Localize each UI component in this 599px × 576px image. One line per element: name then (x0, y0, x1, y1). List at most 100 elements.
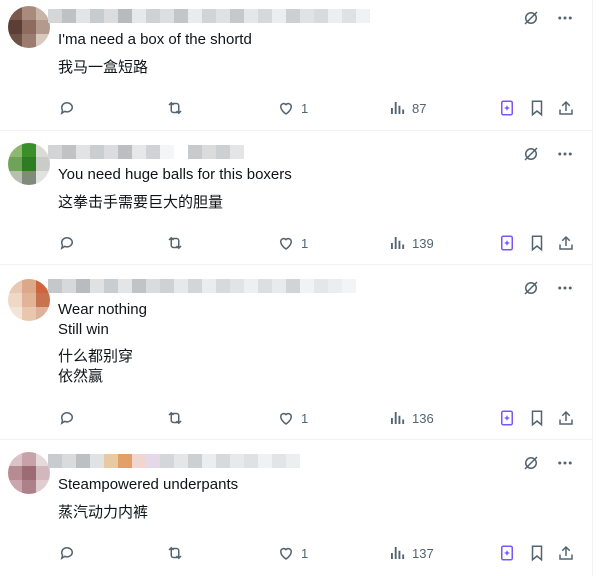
reply-text-line: Wear nothing (58, 301, 147, 318)
reply-item[interactable]: Steampowered underpants 蒸汽动力内裤 1 137 (0, 440, 593, 576)
reply-text: Steampowered underpants (58, 475, 238, 495)
grok-button[interactable] (498, 543, 516, 563)
retweet-icon (168, 546, 182, 560)
views-count: 136 (412, 410, 434, 426)
grok-slash-icon[interactable] (521, 8, 541, 28)
reply-icon (60, 237, 73, 250)
reply-translation: 蒸汽动力内裤 (58, 503, 148, 523)
more-icon[interactable] (555, 278, 575, 298)
translation-line: 什么都别穿 (58, 348, 134, 365)
grok-button[interactable] (498, 408, 516, 428)
grok-slash-icon[interactable] (521, 453, 541, 473)
grok-icon (501, 545, 513, 561)
like-icon (279, 412, 293, 425)
more-icon[interactable] (555, 144, 575, 164)
avatar[interactable] (8, 6, 50, 48)
avatar[interactable] (8, 143, 50, 185)
like-icon (279, 237, 293, 250)
share-button[interactable] (557, 543, 575, 563)
action-bar: 1 139 (58, 233, 578, 253)
reply-button[interactable] (58, 98, 76, 118)
reply-button[interactable] (58, 233, 76, 253)
reply-top-actions (521, 144, 575, 164)
bookmark-button[interactable] (528, 98, 546, 118)
bookmark-icon (531, 410, 543, 427)
bookmark-icon (531, 100, 543, 117)
views-icon (391, 412, 405, 424)
replies-feed: I'ma need a box of the shortd 我马一盒短路 1 8… (0, 0, 593, 576)
like-icon (279, 547, 293, 560)
views-icon (391, 237, 405, 249)
retweet-button[interactable] (166, 408, 184, 428)
like-count: 1 (301, 235, 309, 251)
views-button[interactable]: 136 (388, 408, 434, 428)
action-bar: 1 136 (58, 408, 578, 428)
share-icon (559, 410, 573, 425)
like-count: 1 (301, 100, 309, 116)
reply-item[interactable]: Wear nothing Still win 什么都别穿 依然赢 1 136 (0, 265, 593, 440)
like-button[interactable]: 1 (277, 408, 308, 428)
reply-translation: 我马一盒短路 (58, 58, 148, 78)
grok-button[interactable] (498, 233, 516, 253)
like-icon (279, 102, 293, 115)
grok-icon (501, 100, 513, 116)
like-count: 1 (301, 545, 309, 561)
author-name-blurred[interactable] (48, 9, 370, 23)
views-button[interactable]: 139 (388, 233, 434, 253)
retweet-button[interactable] (166, 543, 184, 563)
share-button[interactable] (557, 98, 575, 118)
more-icon[interactable] (555, 453, 575, 473)
translation-line: 蒸汽动力内裤 (58, 504, 149, 521)
retweet-button[interactable] (166, 98, 184, 118)
share-button[interactable] (557, 233, 575, 253)
views-count: 139 (412, 235, 434, 251)
reply-text-line: I'ma need a box of the shortd (58, 31, 252, 48)
more-icon[interactable] (555, 8, 575, 28)
reply-button[interactable] (58, 408, 76, 428)
bookmark-button[interactable] (528, 408, 546, 428)
views-button[interactable]: 137 (388, 543, 434, 563)
avatar[interactable] (8, 279, 50, 321)
views-icon (391, 547, 405, 559)
grok-slash-icon[interactable] (521, 144, 541, 164)
author-name-blurred[interactable] (48, 279, 356, 293)
reply-top-actions (521, 278, 575, 298)
reply-top-actions (521, 453, 575, 473)
reply-text: Wear nothing Still win (58, 300, 147, 340)
action-bar: 1 87 (58, 98, 578, 118)
retweet-icon (168, 411, 182, 425)
reply-translation: 这拳击手需要巨大的胆量 (58, 193, 223, 213)
like-button[interactable]: 1 (277, 543, 308, 563)
views-count: 87 (412, 100, 427, 116)
views-button[interactable]: 87 (388, 98, 426, 118)
bookmark-button[interactable] (528, 543, 546, 563)
grok-icon (501, 235, 513, 251)
grok-slash-icon[interactable] (521, 278, 541, 298)
reply-text: I'ma need a box of the shortd (58, 30, 252, 50)
reply-top-actions (521, 8, 575, 28)
like-count: 1 (301, 410, 309, 426)
author-name-blurred[interactable] (48, 145, 244, 159)
share-icon (559, 235, 573, 250)
reply-button[interactable] (58, 543, 76, 563)
bookmark-icon (531, 545, 543, 562)
author-name-blurred[interactable] (48, 454, 300, 468)
action-bar: 1 137 (58, 543, 578, 563)
translation-line: 这拳击手需要巨大的胆量 (58, 194, 224, 211)
reply-icon (60, 102, 73, 115)
reply-icon (60, 412, 73, 425)
grok-button[interactable] (498, 98, 516, 118)
share-button[interactable] (557, 408, 575, 428)
reply-text: You need huge balls for this boxers (58, 165, 292, 185)
avatar[interactable] (8, 452, 50, 494)
reply-item[interactable]: I'ma need a box of the shortd 我马一盒短路 1 8… (0, 0, 593, 131)
reply-icon (60, 547, 73, 560)
reply-text-line: Steampowered underpants (58, 476, 239, 493)
retweet-button[interactable] (166, 233, 184, 253)
like-button[interactable]: 1 (277, 98, 308, 118)
share-icon (559, 100, 573, 115)
translation-line: 我马一盒短路 (58, 59, 149, 76)
bookmark-button[interactable] (528, 233, 546, 253)
reply-item[interactable]: You need huge balls for this boxers 这拳击手… (0, 131, 593, 265)
like-button[interactable]: 1 (277, 233, 308, 253)
